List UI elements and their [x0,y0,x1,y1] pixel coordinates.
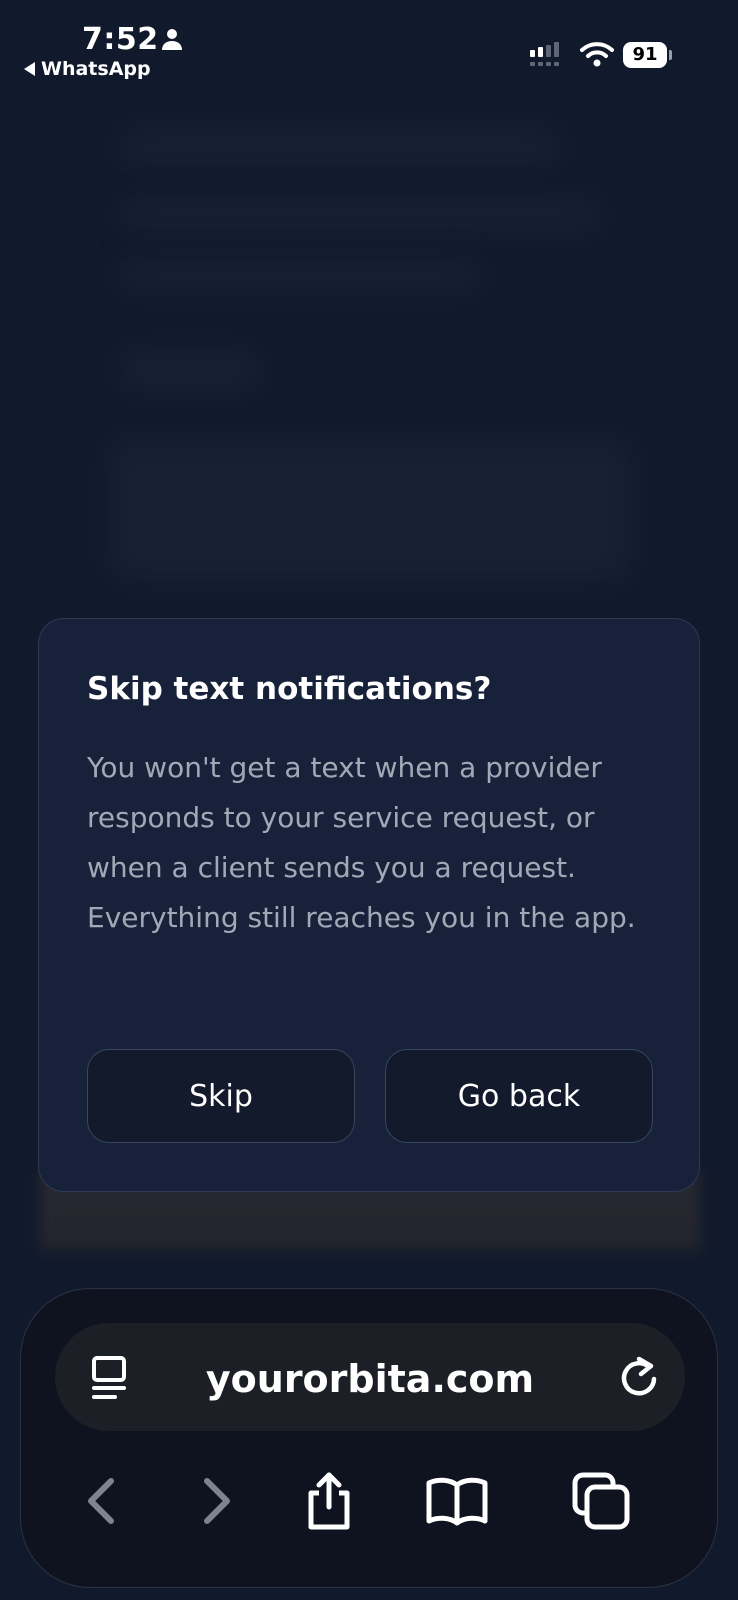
forward-arrow-icon[interactable] [185,1469,249,1533]
skip-notifications-dialog: Skip text notifications? You won't get a… [38,618,700,1192]
address-bar[interactable]: yourorbita.com [55,1323,685,1431]
dialog-body: You won't get a text when a provider res… [87,751,636,934]
status-bar: 7:52 WhatsApp 91 [0,0,738,90]
tabs-icon[interactable] [569,1469,633,1533]
back-app-label: WhatsApp [41,58,151,80]
browser-nav-row [21,1459,719,1539]
blurred-background-content [0,100,738,620]
browser-toolbar: yourorbita.com [20,1288,718,1588]
person-icon [162,29,182,50]
status-time: 7:52 [82,22,159,57]
share-icon[interactable] [297,1469,361,1533]
wifi-icon [580,42,614,67]
reload-icon[interactable] [617,1355,661,1399]
back-arrow-icon[interactable] [69,1469,133,1533]
cellular-signal-icon [530,42,559,66]
skip-button[interactable]: Skip [87,1049,355,1143]
back-triangle-icon [24,62,35,76]
url-text[interactable]: yourorbita.com [55,1357,685,1401]
battery-indicator: 91 [623,42,673,68]
bookmarks-icon[interactable] [425,1469,489,1533]
back-to-app-link[interactable]: WhatsApp [24,58,151,80]
battery-nub [669,50,672,60]
battery-level: 91 [623,42,667,68]
dialog-title: Skip text notifications? [87,671,492,707]
go-back-button[interactable]: Go back [385,1049,653,1143]
